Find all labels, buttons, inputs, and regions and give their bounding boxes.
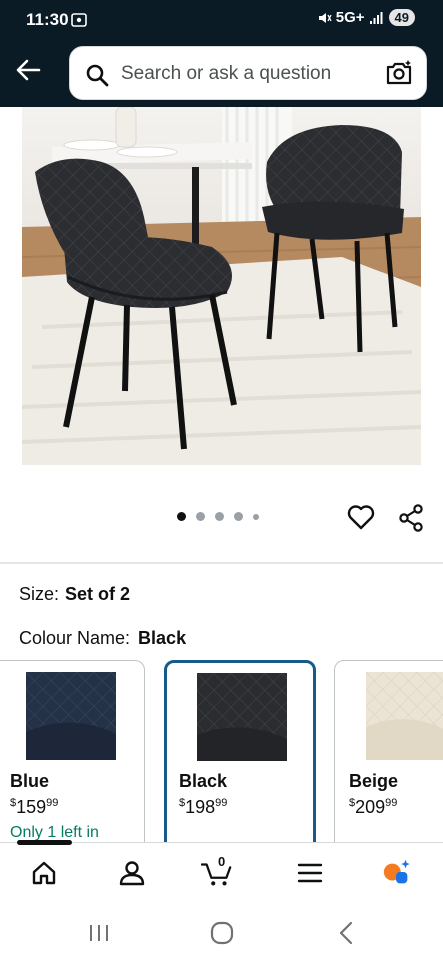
swatch-name: Black [179,771,228,791]
colour-label: Colour Name: [19,628,131,648]
nav-cart-button[interactable]: 0 [201,854,233,889]
carousel-dot[interactable] [234,512,243,521]
screen-record-icon [71,13,87,27]
colour-value: Black [138,628,187,648]
share-icon[interactable] [398,504,424,532]
camera-search-icon[interactable] [385,59,413,87]
rufus-icon [383,859,410,884]
swatch-price: $20999 [349,797,398,817]
network-type: 5G+ [335,9,365,26]
bottom-nav: 0 [0,840,443,904]
menu-icon [297,863,323,883]
search-input[interactable] [121,60,381,88]
cart-icon [201,863,232,886]
search-icon [86,64,109,87]
top-bar: 11:30 5G+ 49 [0,0,443,107]
back-button[interactable] [12,55,44,85]
swatch-price: $19899 [179,797,228,817]
swatch-price: $15999 [10,797,59,817]
heart-icon[interactable] [347,504,375,530]
carousel-dot[interactable] [177,512,186,521]
status-icons: 5G+ 49 [318,9,415,26]
swatch-image [197,673,287,761]
system-back-icon[interactable] [334,920,360,946]
chairs-photo [22,107,421,465]
nav-rufus-button[interactable] [381,857,413,889]
colour-swatch-black[interactable]: Black $19899 [164,660,316,860]
section-divider [0,562,443,564]
search-bar[interactable] [69,46,427,100]
nav-active-indicator [17,840,72,845]
account-icon [119,861,145,886]
product-image[interactable] [22,107,421,465]
nav-home-button[interactable] [28,857,60,889]
carousel-dot[interactable] [196,512,205,521]
status-time: 11:30 [26,10,69,29]
system-nav-bar [0,904,443,960]
back-arrow-icon [16,59,41,81]
home-icon [32,861,56,885]
carousel-dot[interactable] [215,512,224,521]
mute-icon [318,12,332,23]
size-selection: Size: Set of 2 [19,584,130,605]
home-circle-icon[interactable] [209,920,235,946]
cart-count: 0 [218,854,226,869]
swatch-image [26,672,116,760]
size-value: Set of 2 [65,584,131,604]
swatch-name: Beige [349,771,399,791]
swatch-image [366,672,443,760]
carousel-dot[interactable] [253,513,259,520]
signal-icon [369,11,383,24]
nav-account-button[interactable] [116,857,148,889]
colour-swatch-blue[interactable]: Blue $15999 Only 1 left in [0,660,145,860]
size-label: Size: [19,584,60,604]
battery-level: 49 [388,9,415,26]
nav-menu-button[interactable] [294,857,326,889]
colour-swatch-beige[interactable]: Beige $20999 [334,660,443,860]
image-carousel-dots[interactable] [177,512,259,521]
recent-apps-icon[interactable] [86,920,112,946]
colour-selection: Colour Name: Black [19,628,186,649]
swatch-name: Blue [10,771,50,791]
